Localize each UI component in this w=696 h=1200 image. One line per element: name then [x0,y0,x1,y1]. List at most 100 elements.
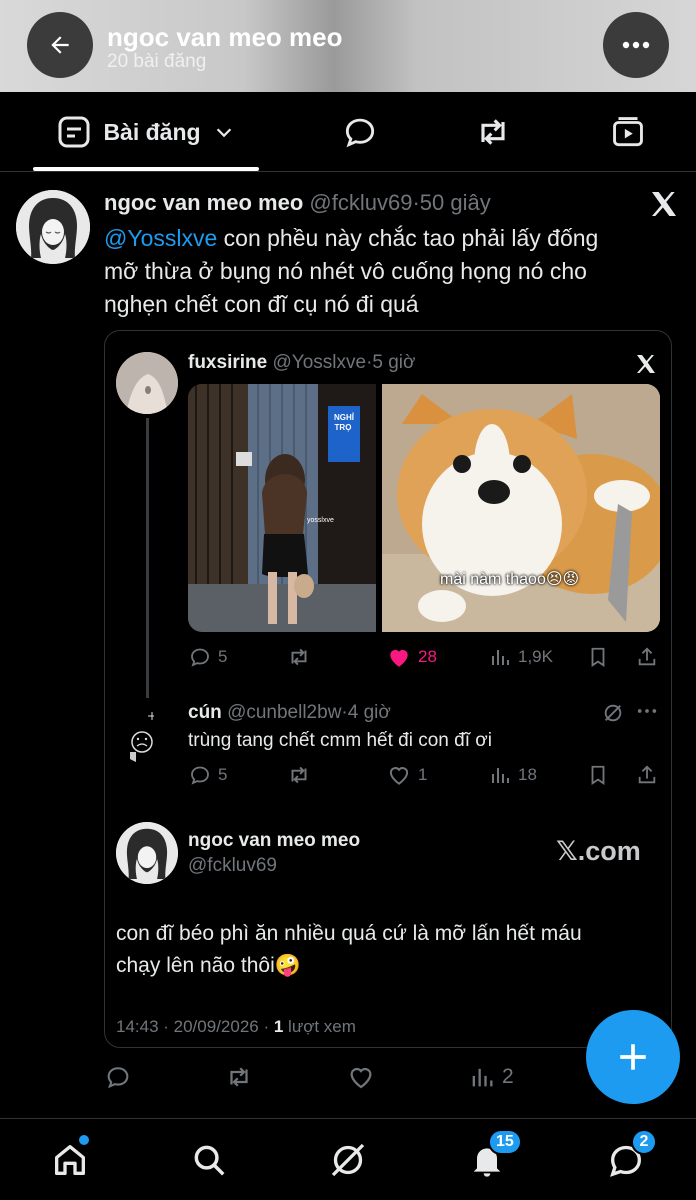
quoted-repost-action[interactable] [286,644,312,670]
self-timestamp: 14:43 · 20/09/2026 · [116,1017,274,1036]
compose-post-button[interactable] [586,1010,680,1104]
post-meta: ngoc van meo meo @fckluv69·50 giây [104,190,491,216]
post-reply-action[interactable] [104,1063,132,1091]
quoted-reply-action[interactable]: 5 [188,645,227,669]
heart-icon [350,1067,372,1089]
chevron-down-icon [216,128,231,138]
reply-text: trùng tang chết cmm hết đi con đĩ ơi [188,730,492,751]
nav-grok[interactable] [325,1137,371,1183]
reply-reply-action[interactable]: 5 [188,763,227,787]
posts-icon [58,116,90,148]
repost-icon [291,766,307,784]
quoted-handle[interactable]: @Yosslxve [272,352,366,373]
heart-icon [389,767,409,785]
post-avatar[interactable] [16,190,90,264]
post-views-action[interactable]: 2 [468,1063,514,1091]
search-icon [194,1145,225,1176]
quoted-reply-count: 5 [218,647,228,666]
quoted-like-action[interactable]: 28 [386,644,437,670]
home-dot [79,1135,89,1145]
self-view-count: 1 [273,1017,284,1036]
tab-replies[interactable] [325,92,395,172]
post-text-line1: con phều này chắc tao phải lấy đống [217,225,599,251]
more-dots-icon [622,41,650,49]
post-time[interactable]: 50 giây [420,190,491,215]
tab-posts[interactable]: Bài đăng [33,92,259,172]
bookmark-icon [591,765,605,785]
nav-home[interactable] [47,1135,93,1183]
heart-filled-icon [390,649,408,667]
bottom-navigation: 15 2 [0,1118,696,1200]
self-handle[interactable]: @fckluv69 [188,855,277,877]
reply-like-action[interactable]: 1 [386,762,427,788]
xcom-brand: 𝕏.com [556,836,641,866]
self-meta: 14:43 · 20/09/2026 · 1 lượt xem [116,1017,356,1037]
profile-name: ngoc van meo meo [107,22,343,52]
tab-posts-label: Bài đăng [103,118,201,145]
reply-bookmark-action[interactable] [587,763,609,787]
tab-reposts[interactable] [458,92,528,172]
post-author-name[interactable]: ngoc van meo meo [104,190,303,215]
nav-notifications[interactable]: 15 [464,1129,522,1183]
self-avatar[interactable] [116,822,178,884]
self-view-label: lượt xem [283,1017,356,1036]
reply-repost-action[interactable] [286,762,312,788]
reply-icon [191,766,209,785]
post-mention[interactable]: @Yosslxve [104,225,217,251]
post-action-bar: 2 [104,1062,664,1092]
repost-icon [291,648,307,666]
arrow-left-icon [51,36,69,54]
quoted-author-name[interactable]: fuxsirine [188,352,267,373]
views-chart-icon [472,1068,493,1087]
reply-reply-count: 5 [218,765,228,784]
thread-line [146,418,149,698]
meta-separator: · [412,190,420,215]
post-repost-action[interactable] [224,1062,254,1092]
reply-handle[interactable]: @cunbell2bw [227,702,341,723]
notifications-badge: 15 [488,1129,522,1155]
watermark-text: yosslxve [307,517,334,524]
post-view-count: 2 [502,1065,514,1088]
nav-messages[interactable]: 2 [603,1129,657,1183]
image-caption: mài nàm thaoo😣😡 [440,571,580,588]
reply-share-action[interactable] [636,763,658,787]
self-author-name[interactable]: ngoc van meo meo [188,830,360,852]
quoted-share-action[interactable] [636,645,658,669]
quoted-image-2[interactable]: mài nàm thaoo😣😡 [382,384,660,632]
profile-header: ngoc van meo meo 20 bài đăng [0,0,696,92]
hostel-sign-text: NGHỈ TRỌ [334,413,354,432]
share-icon [638,765,656,784]
repost-icon [230,1067,248,1087]
reply-avatar[interactable] [116,702,178,764]
post-count: 20 bài đăng [107,51,207,72]
messages-badge: 2 [631,1129,657,1155]
reply-author-name[interactable]: cún [188,702,222,723]
x-logo-icon [634,352,658,381]
quoted-view-count: 1,9K [518,647,553,666]
reply-view-count: 18 [518,765,537,784]
quoted-bookmark-action[interactable] [587,645,609,669]
tab-media[interactable] [593,92,663,172]
more-dots-icon[interactable] [636,700,658,727]
post-handle[interactable]: @fckluv69 [309,190,412,215]
quoted-views-action[interactable]: 1,9K [488,645,553,669]
views-chart-icon [492,650,509,665]
post-like-action[interactable] [346,1062,376,1092]
reply-like-count: 1 [418,765,428,784]
x-logo-icon [648,188,680,225]
self-text-line2: chạy lên não thôi🤪 [116,954,301,977]
share-icon [638,647,656,666]
more-button[interactable] [603,12,669,78]
back-button[interactable] [27,12,93,78]
quoted-avatar[interactable] [116,352,178,414]
media-icon [613,117,643,147]
quoted-time[interactable]: 5 giờ [372,352,415,373]
post-text-line2: mỡ thừa ở bụng nó nhét vô cuống họng nó … [104,258,587,284]
grok-icon[interactable] [602,702,624,729]
quoted-image-1[interactable]: NGHỈ TRỌ yosslxve [188,384,376,632]
nav-search[interactable] [186,1137,232,1183]
reply-action-bar: 5 1 18 [188,762,660,788]
post-text: @Yosslxve con phều này chắc tao phải lấy… [104,222,674,321]
reply-views-action[interactable]: 18 [488,763,537,787]
reply-time[interactable]: 4 giờ [348,702,391,723]
